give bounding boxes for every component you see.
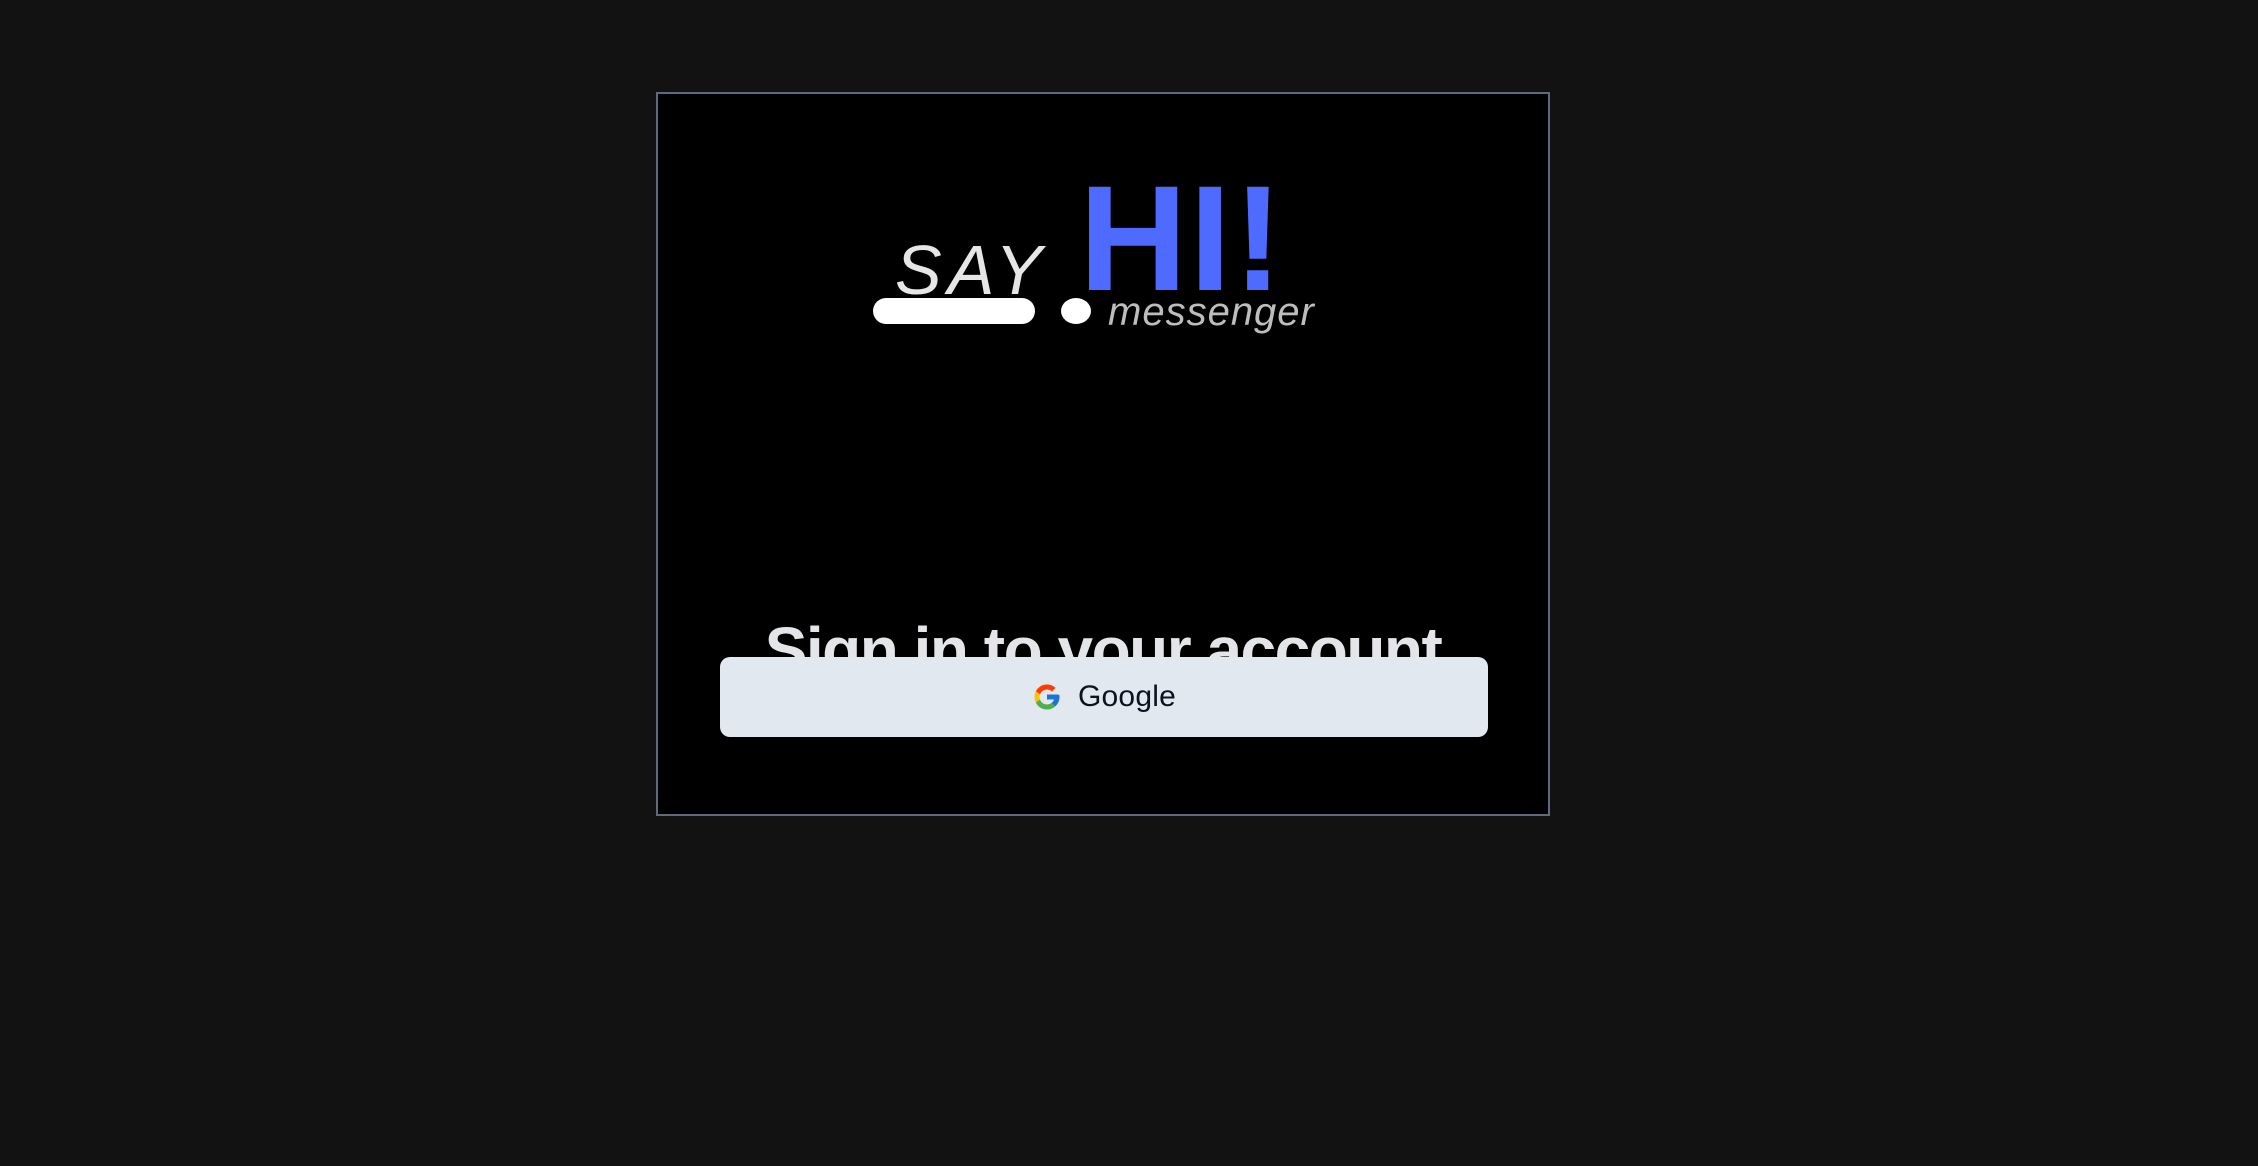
logo-bar-shape [873,298,1035,324]
google-g-icon [1032,682,1062,712]
sayhi-logo: SAY HI! messenger [873,177,1343,352]
google-sign-in-button[interactable]: Google [720,657,1488,737]
logo-messenger-text: messenger [1108,290,1316,334]
google-button-label: Google [1078,680,1176,713]
sign-in-card: SAY HI! messenger Sign in to your accoun… [656,92,1550,816]
logo-say-text: SAY [895,231,1048,309]
sayhi-logo-graphic: SAY HI! messenger [873,177,1316,334]
